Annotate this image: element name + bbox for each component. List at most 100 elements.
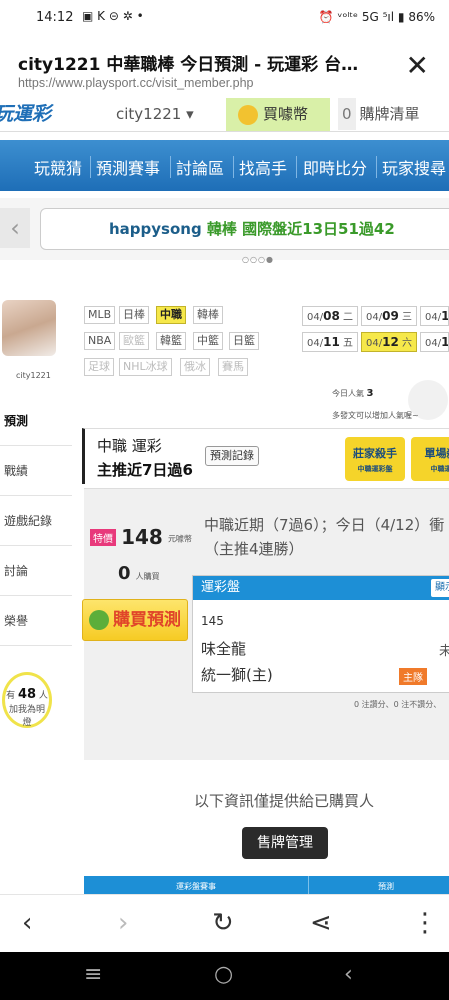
notification-icons: ▣ K ⊝ ✲ •	[82, 9, 144, 23]
filter-soccer[interactable]: 足球	[84, 358, 114, 376]
date-0411[interactable]: 04/11 五	[302, 332, 358, 352]
date-prefix: 04/	[425, 338, 442, 349]
buy-prediction-label: 購買預測	[113, 610, 181, 630]
filter-kor-basket[interactable]: 韓籃	[156, 332, 186, 350]
sidebar-item-games[interactable]: 遊戲紀錄	[0, 496, 72, 546]
site-logo[interactable]: 玩運彩	[0, 98, 76, 130]
recents-icon[interactable]: ≡	[84, 962, 102, 987]
browser-toolbar: ‹ › ↻ ⋖ ⋮	[0, 894, 449, 952]
popularity-label: 今日人氣	[332, 389, 364, 398]
banner-user: happysong	[109, 220, 202, 238]
filter-cn-basket[interactable]: 中籃	[193, 332, 223, 350]
lamp-badge[interactable]: 有 48 人加我為明燈	[2, 672, 52, 728]
nav-item-forum[interactable]: 討論區	[176, 155, 224, 179]
forward-icon[interactable]: ›	[118, 905, 128, 941]
badge-single-killer[interactable]: 單場殺中職運	[411, 437, 449, 481]
lamp-count: 48	[17, 687, 37, 702]
date-day: 09	[382, 309, 399, 323]
filter-kbo[interactable]: 韓棒	[193, 306, 223, 324]
price-unit: 元噱幣	[167, 534, 192, 544]
prediction-table-header: 運彩盤賽事 預測	[84, 876, 449, 896]
system-navbar: ≡ ○ ‹	[0, 952, 449, 1000]
page-url: https://www.playsport.cc/visit_member.ph…	[18, 76, 254, 90]
close-icon[interactable]: ✕	[406, 52, 429, 80]
filter-jp-basket[interactable]: 日籃	[229, 332, 259, 350]
main-nav: 玩競猜 預測賽事 討論區 找高手 即時比分 玩家搜尋	[0, 140, 449, 196]
avatar[interactable]	[2, 300, 56, 356]
offer-box: 特價 148 元噱幣 0 人購買 購買預測 中職近期（7過6）；今日（4/12）…	[82, 488, 449, 760]
sidebar-item-honor[interactable]: 榮譽	[0, 596, 72, 646]
banner-prev-icon[interactable]: ‹	[0, 208, 30, 248]
promo-banner: ‹ happysong 韓棒 國際盤近13日51過42	[0, 198, 449, 260]
date-0413[interactable]: 04/13	[420, 332, 449, 352]
back-icon[interactable]: ‹	[22, 905, 32, 941]
sidebar-item-record[interactable]: 戰績	[0, 446, 72, 496]
sales-manage-button[interactable]: 售牌管理	[242, 827, 328, 859]
date-day: 10	[441, 309, 449, 323]
share-icon[interactable]: ⋖	[310, 905, 332, 941]
more-icon[interactable]: ⋮	[412, 905, 438, 941]
date-prefix: 04/	[425, 312, 442, 323]
filter-euro-basket[interactable]: 歐籃	[119, 332, 149, 350]
buyer-only-notice: 以下資訊僅提供給已購買人	[194, 792, 375, 810]
date-0412[interactable]: 04/12 六	[361, 332, 417, 352]
banner-text[interactable]: happysong 韓棒 國際盤近13日51過42	[40, 208, 449, 250]
buy-coins-button[interactable]: 買噱幣	[226, 98, 330, 131]
prediction-header: 中職 運彩 主推近7日過6 預測記錄 莊家殺手中職運彩盤 單場殺中職運	[82, 428, 449, 484]
buy-prediction-button[interactable]: 購買預測	[82, 599, 188, 641]
filter-mlb[interactable]: MLB	[84, 306, 116, 324]
sidebar-username: city1221	[16, 371, 51, 380]
coin-icon	[238, 104, 258, 125]
user-menu[interactable]: city1221 ▾	[116, 98, 194, 130]
prediction-record-button[interactable]: 預測記錄	[205, 446, 259, 466]
date-prefix: 04/	[307, 312, 324, 323]
date-weekday: 五	[339, 338, 353, 349]
sidebar: city1221 預測 戰績 遊戲紀錄 討論 榮譽 有 48 人加我為明燈	[0, 294, 72, 894]
badge2-title: 單場殺	[424, 447, 449, 460]
banner-record: 韓棒 國際盤近13日51過42	[201, 220, 395, 238]
home-badge: 主隊	[399, 668, 427, 685]
recent-record: 中職近期（7過6）；今日（4/12）衝（主推4連勝）	[204, 516, 445, 558]
cart-button[interactable]: 0 購牌清單	[338, 98, 420, 130]
nav-item-play[interactable]: 玩競猜	[34, 155, 82, 179]
nav-item-search[interactable]: 玩家搜尋	[382, 155, 446, 179]
buyers: 0 人購買	[118, 563, 160, 584]
system-back-icon[interactable]: ‹	[344, 962, 353, 987]
badge-dealer-killer[interactable]: 莊家殺手 中職運彩盤	[345, 437, 405, 481]
reload-icon[interactable]: ↻	[212, 905, 234, 941]
date-0409[interactable]: 04/09 三	[361, 306, 417, 326]
site-topnav: 玩運彩 city1221 ▾ 買噱幣 0購牌清單	[0, 98, 449, 132]
banner-dots: ○○○●	[242, 255, 274, 264]
filter-jpb[interactable]: 日棒	[119, 306, 149, 324]
nav-item-experts[interactable]: 找高手	[239, 155, 287, 179]
date-weekday: 三	[398, 312, 412, 323]
popularity: 今日人氣 3	[332, 388, 374, 399]
date-day: 08	[323, 309, 340, 323]
date-0410[interactable]: 04/10	[420, 306, 449, 326]
show-button[interactable]: 顯示	[431, 579, 449, 597]
date-0408[interactable]: 04/08 二	[302, 306, 358, 326]
record-summary: 主推近7日過6	[97, 461, 193, 479]
coin-icon	[89, 610, 109, 630]
filter-khl[interactable]: 俄冰	[180, 358, 210, 376]
status-right: ⏰ ᵛᵒˡᵗᵉ 5G ⁵ıl ▮ 86%	[318, 10, 435, 24]
sidebar-item-predict[interactable]: 預測	[0, 396, 72, 446]
page-title: city1221 中華職棒 今日預測 - 玩運彩 台…	[18, 55, 359, 75]
badge1-title: 莊家殺手	[353, 447, 397, 460]
team-home: 統一獅(主)	[201, 666, 273, 684]
lamp-prefix: 有	[6, 691, 16, 701]
card-header: 運彩盤	[193, 576, 449, 600]
date-day: 13	[441, 335, 449, 349]
filter-nhl[interactable]: NHL冰球	[119, 358, 172, 376]
date-weekday: 二	[339, 312, 353, 323]
buyers-unit: 人購買	[135, 572, 160, 581]
sidebar-item-discuss[interactable]: 討論	[0, 546, 72, 596]
filter-cpbl[interactable]: 中職	[156, 306, 186, 324]
badge2-sub: 中職運	[430, 465, 449, 473]
buyers-count: 0	[118, 563, 131, 584]
filter-nba[interactable]: NBA	[84, 332, 116, 350]
nav-item-live[interactable]: 即時比分	[303, 155, 367, 179]
filter-horse[interactable]: 賽馬	[218, 358, 248, 376]
home-icon[interactable]: ○	[214, 962, 233, 987]
nav-item-predict[interactable]: 預測賽事	[96, 155, 160, 179]
